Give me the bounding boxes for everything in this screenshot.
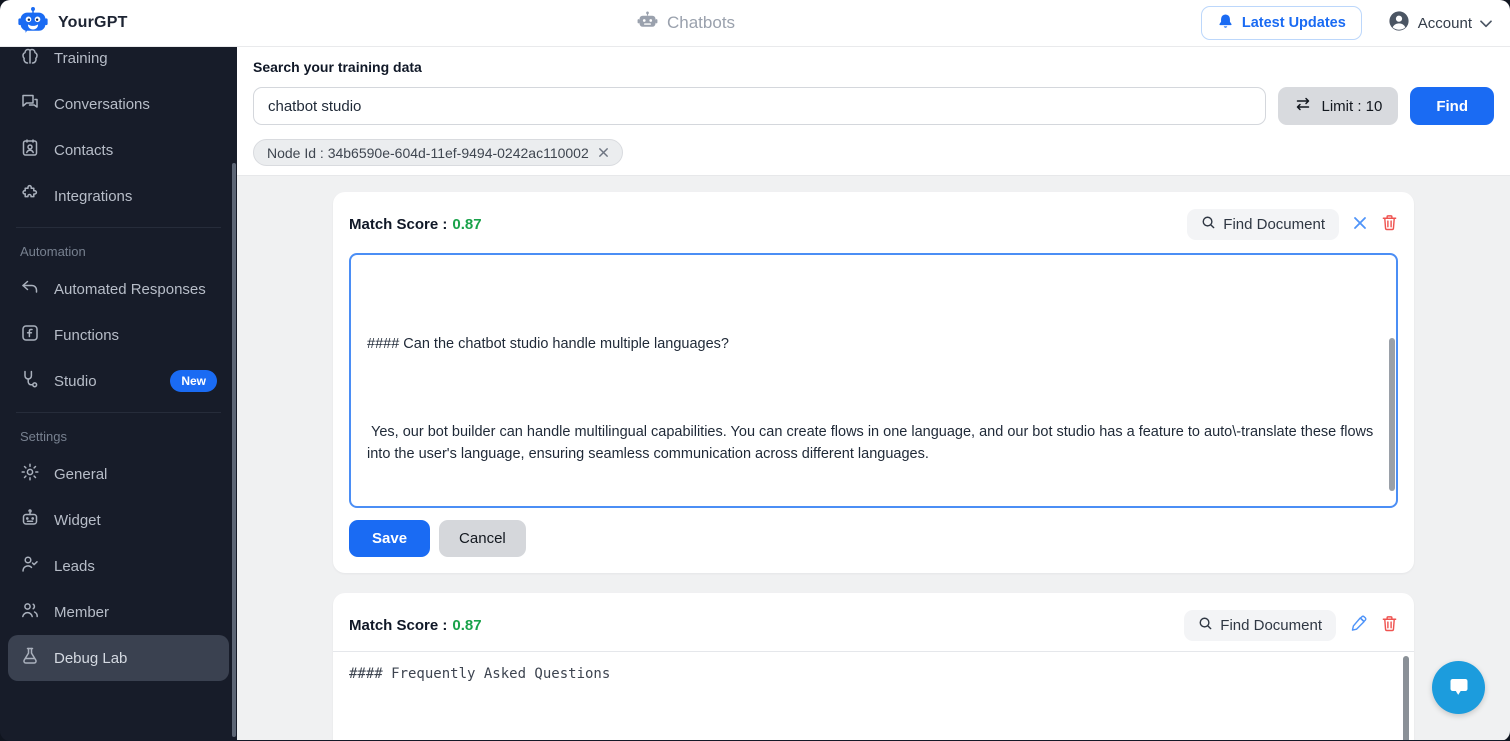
gear-icon <box>20 462 40 486</box>
edit-button[interactable] <box>1350 615 1367 635</box>
sidebar-section-automation: Automation <box>20 243 86 259</box>
studio-icon <box>20 369 40 393</box>
find-document-label: Find Document <box>1223 215 1325 233</box>
sidebar-item-conversations[interactable]: Conversations <box>0 81 237 127</box>
chatbots-robot-icon <box>637 10 658 36</box>
sidebar-item-label: Studio <box>54 372 97 390</box>
sidebar-item-general[interactable]: General <box>0 451 237 497</box>
sidebar-item-label: Leads <box>54 557 95 575</box>
search-icon <box>1198 616 1213 635</box>
result-card-1: Match Score : 0.87 Find Document #### Ca… <box>333 192 1414 573</box>
latest-updates-label: Latest Updates <box>1241 15 1346 31</box>
chip-remove-icon[interactable] <box>598 146 609 160</box>
match-score-value: 0.87 <box>452 215 482 233</box>
chip-label: Node Id : 34b6590e-604d-11ef-9494-0242ac… <box>267 144 589 161</box>
sidebar-item-label: Member <box>54 603 110 621</box>
trash-icon <box>1381 214 1398 234</box>
sidebar: Training Conversations Contacts Integrat… <box>0 47 237 740</box>
latest-updates-button[interactable]: Latest Updates <box>1200 6 1362 40</box>
match-score-label: Match Score : <box>349 215 448 233</box>
search-label: Search your training data <box>253 59 422 75</box>
main-content: Search your training data Limit : 10 Fin… <box>237 47 1510 740</box>
find-document-button[interactable]: Find Document <box>1187 208 1339 240</box>
search-icon <box>1201 215 1216 234</box>
results-list: Match Score : 0.87 Find Document #### Ca… <box>237 176 1510 740</box>
widget-robot-icon <box>20 508 40 532</box>
sidebar-item-integrations[interactable]: Integrations <box>0 173 237 219</box>
conversations-icon <box>20 92 40 116</box>
sidebar-item-label: Widget <box>54 511 101 529</box>
chat-widget-fab[interactable] <box>1432 661 1485 714</box>
training-content-viewer[interactable]: #### Frequently Asked Questions <box>333 651 1414 740</box>
training-content-editor[interactable]: #### Can the chatbot studio handle multi… <box>349 253 1398 508</box>
content-text: #### Frequently Asked Questions <box>349 666 611 682</box>
sidebar-item-training[interactable]: Training <box>0 47 237 81</box>
find-document-label: Find Document <box>1220 616 1322 634</box>
sidebar-item-automated-responses[interactable]: Automated Responses <box>0 266 237 312</box>
sidebar-item-leads[interactable]: Leads <box>0 543 237 589</box>
sidebar-item-label: Debug Lab <box>54 649 128 667</box>
sidebar-item-label: Conversations <box>54 95 150 113</box>
sidebar-divider <box>16 412 221 413</box>
close-icon <box>1353 216 1367 233</box>
sidebar-item-functions[interactable]: Functions <box>0 312 237 358</box>
node-id-filter-chip: Node Id : 34b6590e-604d-11ef-9494-0242ac… <box>253 139 623 166</box>
save-button[interactable]: Save <box>349 520 431 557</box>
account-avatar-icon <box>1388 10 1410 36</box>
sidebar-item-label: Automated Responses <box>54 280 206 298</box>
close-edit-button[interactable] <box>1353 216 1367 233</box>
chatbots-label: Chatbots <box>667 13 736 32</box>
find-button[interactable]: Find <box>1410 87 1494 125</box>
sidebar-item-label: Contacts <box>54 141 114 159</box>
delete-button[interactable] <box>1381 615 1398 635</box>
yourgpt-logo-icon <box>18 6 48 41</box>
sidebar-item-debug-lab[interactable]: Debug Lab <box>8 635 229 681</box>
chat-bubble-icon <box>1443 670 1475 705</box>
brand-name: YourGPT <box>58 14 128 31</box>
sidebar-scrollbar[interactable] <box>232 163 236 737</box>
contacts-icon <box>20 138 40 162</box>
sidebar-item-label: General <box>54 465 108 483</box>
people-icon <box>20 600 40 624</box>
sidebar-divider <box>16 227 221 228</box>
sidebar-section-settings: Settings <box>20 428 67 444</box>
cancel-button[interactable]: Cancel <box>439 520 526 557</box>
top-header: YourGPT Chatbots Latest Updates Account <box>0 0 1510 47</box>
search-input[interactable] <box>253 87 1267 125</box>
limit-label: Limit : 10 <box>1321 97 1383 115</box>
content-scrollbar[interactable] <box>1403 656 1409 740</box>
person-check-icon <box>20 554 40 578</box>
pencil-icon <box>1350 615 1367 635</box>
find-document-button[interactable]: Find Document <box>1184 609 1336 641</box>
sidebar-item-widget[interactable]: Widget <box>0 497 237 543</box>
search-panel: Search your training data Limit : 10 Fin… <box>237 47 1510 176</box>
functions-icon <box>20 323 40 347</box>
studio-new-badge: New <box>170 370 217 392</box>
match-score-value: 0.87 <box>452 616 482 634</box>
sidebar-item-label: Training <box>54 49 108 67</box>
trash-icon <box>1381 615 1398 635</box>
sidebar-item-studio[interactable]: Studio New <box>0 358 237 404</box>
bell-icon <box>1217 13 1234 34</box>
training-icon <box>20 47 40 70</box>
integrations-icon <box>20 184 40 208</box>
sidebar-item-member[interactable]: Member <box>0 589 237 635</box>
sidebar-item-label: Functions <box>54 326 120 344</box>
limit-button[interactable]: Limit : 10 <box>1278 87 1399 125</box>
sidebar-item-contacts[interactable]: Contacts <box>0 127 237 173</box>
reply-arrow-icon <box>20 277 40 301</box>
chevron-down-icon <box>1480 15 1492 32</box>
textarea-scrollbar[interactable] <box>1389 338 1395 491</box>
sidebar-item-label: Integrations <box>54 187 133 205</box>
brand[interactable]: YourGPT <box>18 6 128 41</box>
delete-button[interactable] <box>1381 214 1398 234</box>
app-window: YourGPT Chatbots Latest Updates Account … <box>0 0 1510 741</box>
flask-icon <box>20 646 40 670</box>
result-card-2: Match Score : 0.87 Find Document #### Fr… <box>333 593 1414 740</box>
account-label: Account <box>1417 14 1472 32</box>
swap-arrows-icon <box>1294 95 1312 117</box>
nav-chatbots[interactable]: Chatbots <box>637 0 735 46</box>
match-score-label: Match Score : <box>349 616 448 634</box>
account-menu[interactable]: Account <box>1388 10 1492 36</box>
